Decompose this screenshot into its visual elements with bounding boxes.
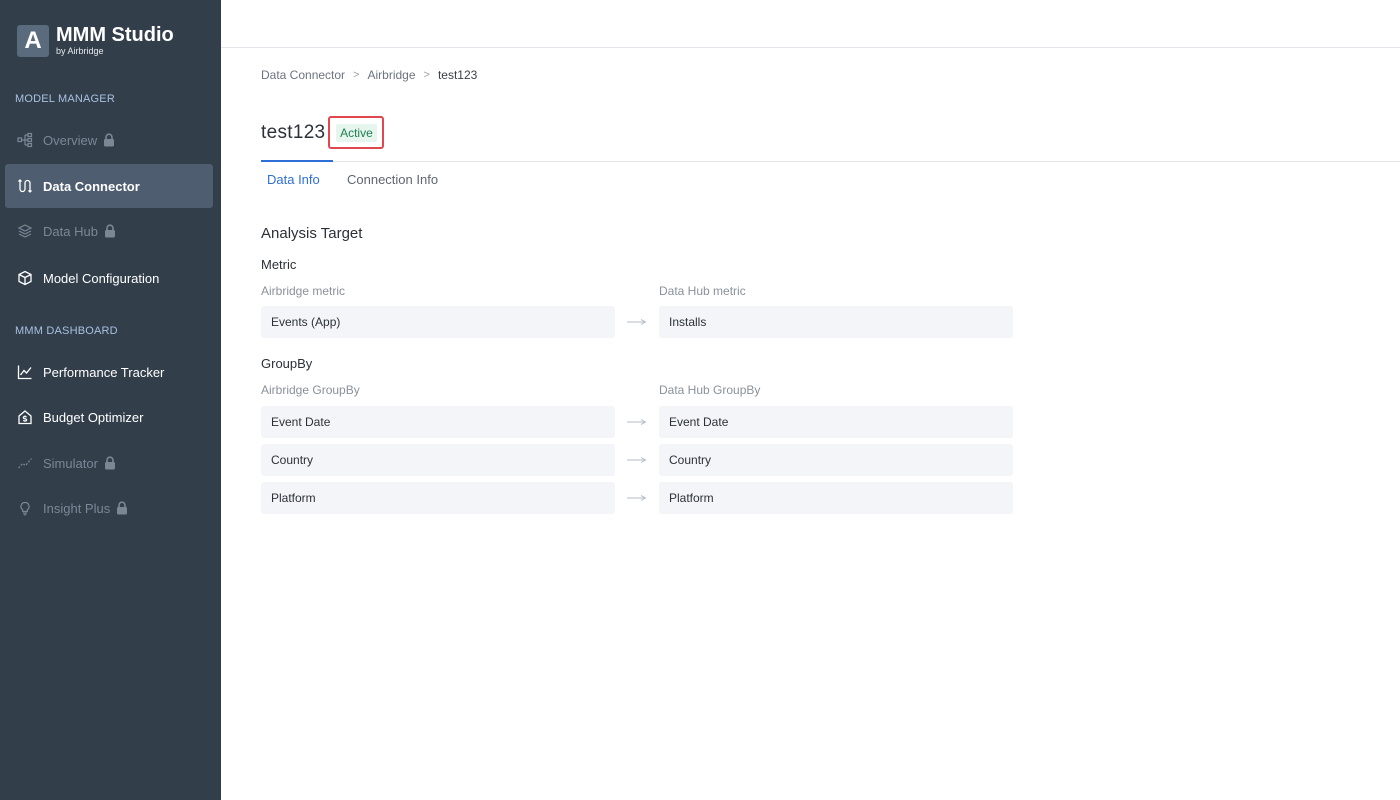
airbridge-metric-label: Airbridge metric bbox=[261, 284, 346, 298]
lock-icon bbox=[116, 501, 128, 515]
lock-icon bbox=[103, 133, 115, 147]
sidebar-item-label: Performance Tracker bbox=[43, 364, 165, 380]
groupby-heading: GroupBy bbox=[261, 356, 313, 371]
bulb-icon bbox=[17, 500, 33, 516]
brand-logo[interactable]: A MMM Studio by Airbridge bbox=[17, 25, 174, 57]
breadcrumb-separator: > bbox=[423, 69, 430, 81]
sidebar-item-label: Simulator bbox=[43, 455, 98, 471]
breadcrumb-item-data-connector[interactable]: Data Connector bbox=[261, 68, 345, 82]
sidebar-item-label: Data Hub bbox=[43, 223, 98, 239]
title-row: test123 Active bbox=[261, 116, 385, 149]
brand-text: MMM Studio by Airbridge bbox=[56, 25, 174, 57]
status-badge: Active bbox=[336, 123, 377, 142]
breadcrumb-item-current: test123 bbox=[437, 68, 478, 82]
sidebar-item-budget-optimizer[interactable]: Budget Optimizer bbox=[5, 395, 213, 439]
datahub-groupby-label: Data Hub GroupBy bbox=[659, 383, 761, 397]
section-label-mmm-dashboard: MMM DASHBOARD bbox=[15, 325, 118, 337]
tab-connection-info[interactable]: Connection Info bbox=[347, 172, 438, 187]
datahub-metric-field: Installs bbox=[659, 306, 1013, 338]
sidebar-item-label: Insight Plus bbox=[43, 500, 111, 516]
sidebar: A MMM Studio by Airbridge MODEL MANAGER … bbox=[0, 0, 221, 800]
airbridge-groupby-field: Platform bbox=[261, 482, 615, 514]
airbridge-metric-field: Events (App) bbox=[261, 306, 615, 338]
metric-heading: Metric bbox=[261, 257, 297, 272]
arrow-right-icon bbox=[627, 495, 647, 501]
sidebar-item-label: Budget Optimizer bbox=[43, 409, 144, 425]
top-bar bbox=[221, 0, 1400, 48]
app-root: A MMM Studio by Airbridge MODEL MANAGER … bbox=[0, 0, 1400, 800]
brand-title: MMM Studio bbox=[56, 24, 174, 46]
airbridge-groupby-field: Country bbox=[261, 444, 615, 476]
sidebar-item-label: Model Configuration bbox=[43, 270, 160, 286]
analysis-target-heading: Analysis Target bbox=[261, 225, 363, 242]
cube-icon bbox=[17, 270, 33, 286]
airbridge-groupby-label: Airbridge GroupBy bbox=[261, 383, 360, 397]
tab-data-info[interactable]: Data Info bbox=[267, 172, 320, 187]
arrow-right-icon bbox=[627, 319, 647, 325]
sidebar-item-simulator[interactable]: Simulator bbox=[5, 441, 213, 485]
layers-icon bbox=[17, 223, 33, 239]
sidebar-item-overview[interactable]: Overview bbox=[5, 118, 213, 162]
tab-active-indicator bbox=[261, 160, 333, 162]
datahub-groupby-field: Country bbox=[659, 444, 1013, 476]
house-dollar-icon bbox=[17, 409, 33, 425]
logo-icon: A bbox=[17, 25, 49, 57]
section-label-model-manager: MODEL MANAGER bbox=[15, 93, 115, 105]
breadcrumb-separator: > bbox=[353, 69, 360, 81]
tabs-divider bbox=[261, 161, 1400, 162]
breadcrumb: Data Connector > Airbridge > test123 bbox=[261, 68, 477, 82]
lock-icon bbox=[104, 224, 116, 238]
hierarchy-icon bbox=[17, 132, 33, 148]
sidebar-item-model-configuration[interactable]: Model Configuration bbox=[5, 256, 213, 300]
sidebar-item-data-connector[interactable]: Data Connector bbox=[5, 164, 213, 208]
arrow-right-icon bbox=[627, 419, 647, 425]
sidebar-item-label: Data Connector bbox=[43, 178, 140, 194]
datahub-groupby-field: Platform bbox=[659, 482, 1013, 514]
airbridge-groupby-field: Event Date bbox=[261, 406, 615, 438]
page-title: test123 bbox=[261, 121, 326, 143]
trend-icon bbox=[17, 455, 33, 471]
lock-icon bbox=[104, 456, 116, 470]
arrow-right-icon bbox=[627, 457, 647, 463]
connector-icon bbox=[17, 178, 33, 194]
line-chart-icon bbox=[17, 364, 33, 380]
sidebar-item-label: Overview bbox=[43, 132, 98, 148]
sidebar-item-performance-tracker[interactable]: Performance Tracker bbox=[5, 350, 213, 394]
status-badge-highlight: Active bbox=[328, 116, 385, 149]
datahub-metric-label: Data Hub metric bbox=[659, 284, 746, 298]
sidebar-item-insight-plus[interactable]: Insight Plus bbox=[5, 486, 213, 530]
sidebar-item-data-hub[interactable]: Data Hub bbox=[5, 209, 213, 253]
datahub-groupby-field: Event Date bbox=[659, 406, 1013, 438]
breadcrumb-item-airbridge[interactable]: Airbridge bbox=[367, 68, 415, 82]
brand-subtitle: by Airbridge bbox=[56, 46, 104, 56]
